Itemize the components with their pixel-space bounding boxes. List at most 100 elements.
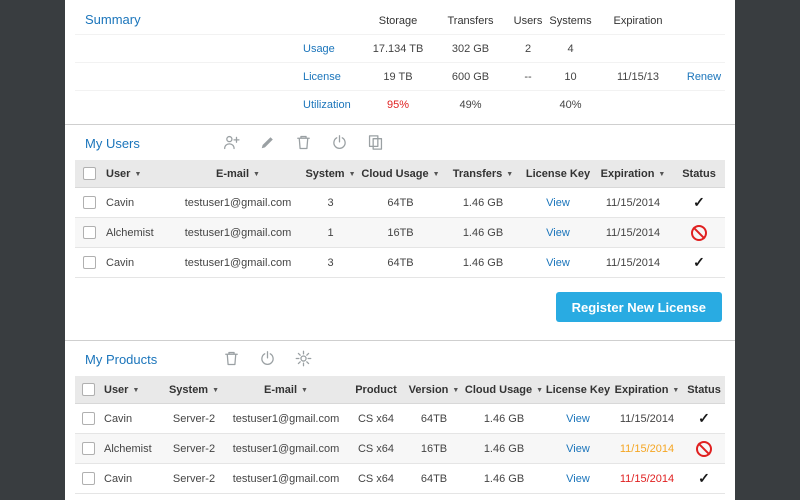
license-users: --: [508, 71, 548, 83]
system-cell: Server-2: [163, 413, 225, 425]
status-icon: [693, 194, 705, 211]
settings-icon[interactable]: [295, 350, 312, 367]
status-icon: [698, 410, 710, 427]
select-all-checkbox[interactable]: [82, 383, 95, 396]
my-products-toolbar: [223, 350, 312, 367]
view-license-link[interactable]: View: [546, 257, 570, 269]
edit-icon[interactable]: [259, 134, 276, 151]
delete-icon[interactable]: [295, 134, 312, 151]
delete-icon[interactable]: [223, 350, 240, 367]
usage-storage: 17.134 TB: [363, 43, 433, 55]
summary-utilization-row: Utilization 95% 49% 40%: [75, 90, 725, 118]
view-license-link[interactable]: View: [546, 227, 570, 239]
register-new-license-button[interactable]: Register New License: [556, 292, 722, 322]
summary-section: Summary Storage Transfers Users Systems …: [65, 0, 735, 125]
col-expiration[interactable]: Expiration: [611, 384, 683, 396]
col-user[interactable]: User: [103, 168, 173, 180]
col-user[interactable]: User: [101, 384, 163, 396]
license-label: License: [303, 71, 363, 83]
col-license-key: License Key: [523, 168, 593, 180]
transfers-cell: 1.46 GB: [443, 197, 523, 209]
utilization-systems: 40%: [548, 99, 593, 111]
usage-users: 2: [508, 43, 548, 55]
col-license-key: License Key: [545, 384, 611, 396]
status-icon: [693, 254, 705, 271]
main-panel: Summary Storage Transfers Users Systems …: [65, 0, 735, 500]
user-cell: Alchemist: [101, 443, 163, 455]
status-icon: [698, 470, 710, 487]
col-email[interactable]: E-mail: [225, 384, 347, 396]
status-icon: [691, 225, 707, 241]
power-icon[interactable]: [331, 134, 348, 151]
users-table-body: Cavin testuser1@gmail.com 3 64TB 1.46 GB…: [75, 188, 725, 278]
cloud-usage-cell: 64TB: [358, 197, 443, 209]
my-users-toolbar: [223, 134, 384, 151]
renew-link[interactable]: Renew: [687, 71, 721, 83]
user-cell: Alchemist: [103, 227, 173, 239]
power-icon[interactable]: [259, 350, 276, 367]
user-cell: Cavin: [103, 197, 173, 209]
cloud-usage-cell: 64TB: [358, 257, 443, 269]
copy-icon[interactable]: [367, 134, 384, 151]
usage-transfers: 302 GB: [433, 43, 508, 55]
my-users-section: My Users: [65, 125, 735, 341]
users-table: User E-mail System Cloud Usage Transfers…: [75, 160, 725, 278]
view-license-link[interactable]: View: [566, 413, 590, 425]
system-cell: 3: [303, 257, 358, 269]
table-row: Cavin testuser1@gmail.com 3 64TB 1.46 GB…: [75, 188, 725, 218]
row-checkbox[interactable]: [82, 412, 95, 425]
view-license-link[interactable]: View: [546, 197, 570, 209]
products-table-body: Cavin Server-2 testuser1@gmail.com CS x6…: [75, 404, 725, 494]
utilization-transfers: 49%: [433, 99, 508, 111]
app-viewport: Summary Storage Transfers Users Systems …: [0, 0, 800, 500]
license-systems: 10: [548, 71, 593, 83]
cloud-usage-cell: 1.46 GB: [463, 473, 545, 485]
view-license-link[interactable]: View: [566, 473, 590, 485]
email-cell: testuser1@gmail.com: [225, 473, 347, 485]
version-cell: 16TB: [405, 443, 463, 455]
row-checkbox[interactable]: [83, 226, 96, 239]
view-license-link[interactable]: View: [566, 443, 590, 455]
col-transfers[interactable]: Transfers: [443, 168, 523, 180]
transfers-cell: 1.46 GB: [443, 227, 523, 239]
products-table-header: User System E-mail Product Version Cloud…: [75, 376, 725, 404]
expiration-cell: 11/15/2014: [593, 257, 673, 269]
select-all-checkbox[interactable]: [83, 167, 96, 180]
col-system[interactable]: System: [303, 168, 358, 180]
my-users-title: My Users: [85, 136, 140, 151]
col-cloud-usage[interactable]: Cloud Usage: [463, 384, 545, 396]
products-table: User System E-mail Product Version Cloud…: [75, 376, 725, 494]
col-cloud-usage[interactable]: Cloud Usage: [358, 168, 443, 180]
email-cell: testuser1@gmail.com: [173, 197, 303, 209]
product-cell: CS x64: [347, 413, 405, 425]
table-row: Cavin Server-2 testuser1@gmail.com CS x6…: [75, 464, 725, 494]
system-cell: 1: [303, 227, 358, 239]
col-system[interactable]: System: [163, 384, 225, 396]
users-actions: Register New License: [65, 278, 735, 340]
summary-col-systems: Systems: [548, 15, 593, 27]
row-checkbox[interactable]: [83, 256, 96, 269]
user-cell: Cavin: [103, 257, 173, 269]
col-expiration[interactable]: Expiration: [593, 168, 673, 180]
user-cell: Cavin: [101, 473, 163, 485]
version-cell: 64TB: [405, 413, 463, 425]
summary-col-users: Users: [508, 15, 548, 27]
product-cell: CS x64: [347, 473, 405, 485]
row-checkbox[interactable]: [82, 472, 95, 485]
transfers-cell: 1.46 GB: [443, 257, 523, 269]
summary-usage-row: Usage 17.134 TB 302 GB 2 4: [75, 34, 725, 62]
row-checkbox[interactable]: [82, 442, 95, 455]
product-cell: CS x64: [347, 443, 405, 455]
summary-license-row: License 19 TB 600 GB -- 10 11/15/13 Rene…: [75, 62, 725, 90]
cloud-usage-cell: 1.46 GB: [463, 413, 545, 425]
col-version[interactable]: Version: [405, 384, 463, 396]
utilization-storage: 95%: [363, 99, 433, 111]
col-email[interactable]: E-mail: [173, 168, 303, 180]
col-status: Status: [683, 384, 725, 396]
usage-label: Usage: [303, 43, 363, 55]
system-cell: Server-2: [163, 473, 225, 485]
summary-title: Summary: [85, 12, 141, 27]
my-products-header: My Products: [65, 341, 735, 376]
add-user-icon[interactable]: [223, 134, 240, 151]
row-checkbox[interactable]: [83, 196, 96, 209]
